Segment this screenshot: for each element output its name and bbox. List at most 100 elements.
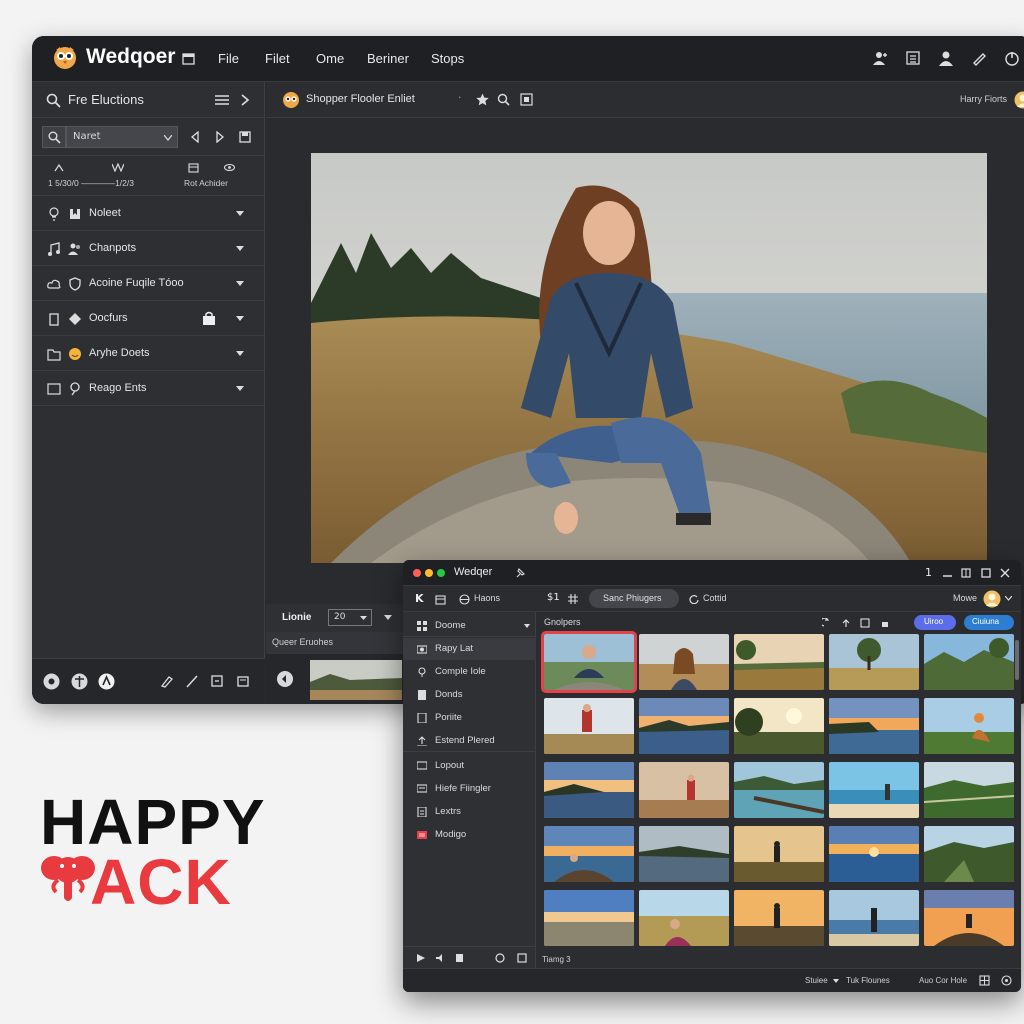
photo-thumbnail[interactable]	[639, 826, 729, 882]
lock-icon[interactable]	[202, 311, 216, 325]
menu-beriner[interactable]: Beriner	[367, 51, 409, 66]
owl-small-icon[interactable]	[282, 91, 300, 109]
sidebar-item-lextrs[interactable]: Lextrs	[403, 801, 536, 823]
app-logo[interactable]: Wedqoer	[52, 44, 175, 70]
edit-icon[interactable]	[860, 618, 870, 628]
settings-icon[interactable]	[1001, 975, 1012, 986]
sidebar-item-chanpots[interactable]: Chanpots	[32, 231, 265, 266]
stop-icon[interactable]	[456, 954, 464, 962]
chevron-down-icon[interactable]	[384, 615, 392, 621]
record-icon[interactable]	[495, 953, 505, 963]
filmstrip-nav-icon[interactable]	[276, 670, 294, 688]
volume-icon[interactable]	[436, 954, 444, 962]
user-add-icon[interactable]	[872, 50, 888, 66]
photo-thumbnail[interactable]	[829, 698, 919, 754]
up-icon[interactable]	[841, 618, 851, 628]
secondary-pill-button[interactable]: Ciuiuna	[964, 615, 1014, 630]
photo-thumbnail[interactable]	[829, 634, 919, 690]
sort-icon[interactable]	[54, 164, 64, 172]
photo-thumbnail[interactable]	[924, 762, 1014, 818]
sidebar-item-reago[interactable]: Reago Ents	[32, 371, 265, 406]
search-icon[interactable]	[46, 93, 61, 108]
toolbar-right-label[interactable]: Cottid	[703, 593, 727, 603]
sidebar-item-oocfurs[interactable]: Oocfurs	[32, 301, 265, 336]
avatar[interactable]	[1014, 91, 1024, 109]
sidebar-item-rapy-lat[interactable]: Rapy Lat	[403, 638, 536, 660]
photo-thumbnail[interactable]	[544, 698, 634, 754]
photo-thumbnail[interactable]	[639, 890, 729, 946]
balance-icon[interactable]	[71, 673, 88, 690]
pin-icon[interactable]	[515, 567, 526, 578]
grid-view-icon[interactable]	[520, 93, 533, 106]
sidebar-item-poriite[interactable]: Poriite	[403, 707, 536, 729]
zoom-icon[interactable]	[497, 93, 510, 106]
grid-icon[interactable]	[979, 975, 990, 986]
brush-icon[interactable]	[160, 674, 174, 688]
breadcrumb[interactable]: Shopper Flooler Enliet	[306, 93, 415, 105]
sidebar-item-aryhe[interactable]: Aryhe Doets	[32, 336, 265, 371]
filmstrip-tab[interactable]: Queer Eruohes	[266, 632, 406, 654]
list-icon[interactable]	[905, 50, 921, 66]
star-icon[interactable]	[476, 93, 489, 106]
prev-icon[interactable]	[190, 131, 200, 143]
scrollbar-thumb[interactable]	[1015, 640, 1019, 680]
play-icon[interactable]	[417, 954, 425, 962]
menu-file[interactable]: File	[218, 51, 239, 66]
photo-thumbnail[interactable]	[734, 826, 824, 882]
export-icon[interactable]	[236, 674, 250, 688]
toolbar-left-label[interactable]: Haons	[474, 593, 500, 603]
wave-icon[interactable]	[112, 163, 124, 172]
hand-icon[interactable]	[880, 618, 890, 628]
restore-icon[interactable]	[981, 568, 991, 578]
search-select[interactable]: Naret	[66, 126, 178, 148]
sidebar-item-hiefe[interactable]: Hiefe Fiingler	[403, 778, 536, 800]
sidebar-item-estend-plered[interactable]: Estend Plered	[403, 730, 536, 752]
close-dot[interactable]	[413, 569, 421, 577]
photo-thumbnail[interactable]	[639, 634, 729, 690]
chevron-right-icon[interactable]	[240, 94, 250, 106]
sidebar-item-modigo[interactable]: Modigo	[403, 824, 536, 846]
refresh-icon[interactable]	[689, 594, 699, 604]
photo-thumbnail[interactable]	[734, 634, 824, 690]
menu-ome[interactable]: Ome	[316, 51, 344, 66]
chevron-down-icon[interactable]	[1005, 596, 1012, 601]
next-icon[interactable]	[215, 131, 225, 143]
main-photo-preview[interactable]	[311, 153, 987, 563]
square-icon[interactable]	[517, 953, 527, 963]
user-label[interactable]: Mowe	[953, 593, 977, 603]
sidebar-item-doome[interactable]: Doome	[403, 615, 536, 637]
pen-icon[interactable]	[971, 50, 987, 66]
status-c[interactable]: Auo Cor Hole	[919, 976, 967, 985]
photo-thumbnail[interactable]	[544, 826, 634, 882]
power-icon[interactable]	[1004, 50, 1020, 66]
sidebar-item-noleet[interactable]: Noleet	[32, 196, 265, 231]
photo-thumbnail[interactable]	[734, 890, 824, 946]
line-tool-icon[interactable]	[185, 674, 199, 688]
sidebar-item-acoine[interactable]: Acoine Fuqile Tóoo	[32, 266, 265, 301]
profile-icon[interactable]	[938, 50, 954, 66]
share-icon[interactable]	[98, 673, 115, 690]
menu-stops[interactable]: Stops	[431, 51, 464, 66]
photo-thumbnail[interactable]	[924, 634, 1014, 690]
photo-thumbnail[interactable]	[924, 826, 1014, 882]
primary-pill-button[interactable]: Uiroo	[914, 615, 956, 630]
maximize-dot[interactable]	[437, 569, 445, 577]
sidebar-item-lopout[interactable]: Lopout	[403, 755, 536, 777]
crop-icon[interactable]	[210, 674, 224, 688]
status-a[interactable]: Stuiee	[805, 976, 828, 985]
photo-thumbnail[interactable]	[639, 698, 729, 754]
photo-thumbnail[interactable]	[639, 762, 729, 818]
gallery-icon[interactable]	[43, 673, 60, 690]
photo-thumbnail[interactable]	[829, 890, 919, 946]
hamburger-icon[interactable]	[215, 94, 229, 106]
photo-thumbnail[interactable]	[544, 762, 634, 818]
photo-thumbnail-selected[interactable]	[541, 631, 637, 693]
avatar[interactable]	[983, 590, 1001, 608]
search-button[interactable]	[42, 126, 66, 148]
save-icon[interactable]	[239, 131, 251, 143]
photo-thumbnail[interactable]	[924, 698, 1014, 754]
sidebar-item-donds[interactable]: Donds	[403, 684, 536, 706]
undo-icon[interactable]	[822, 618, 832, 628]
status-b[interactable]: Tuk Flounes	[846, 976, 890, 985]
photo-thumbnail[interactable]	[924, 890, 1014, 946]
